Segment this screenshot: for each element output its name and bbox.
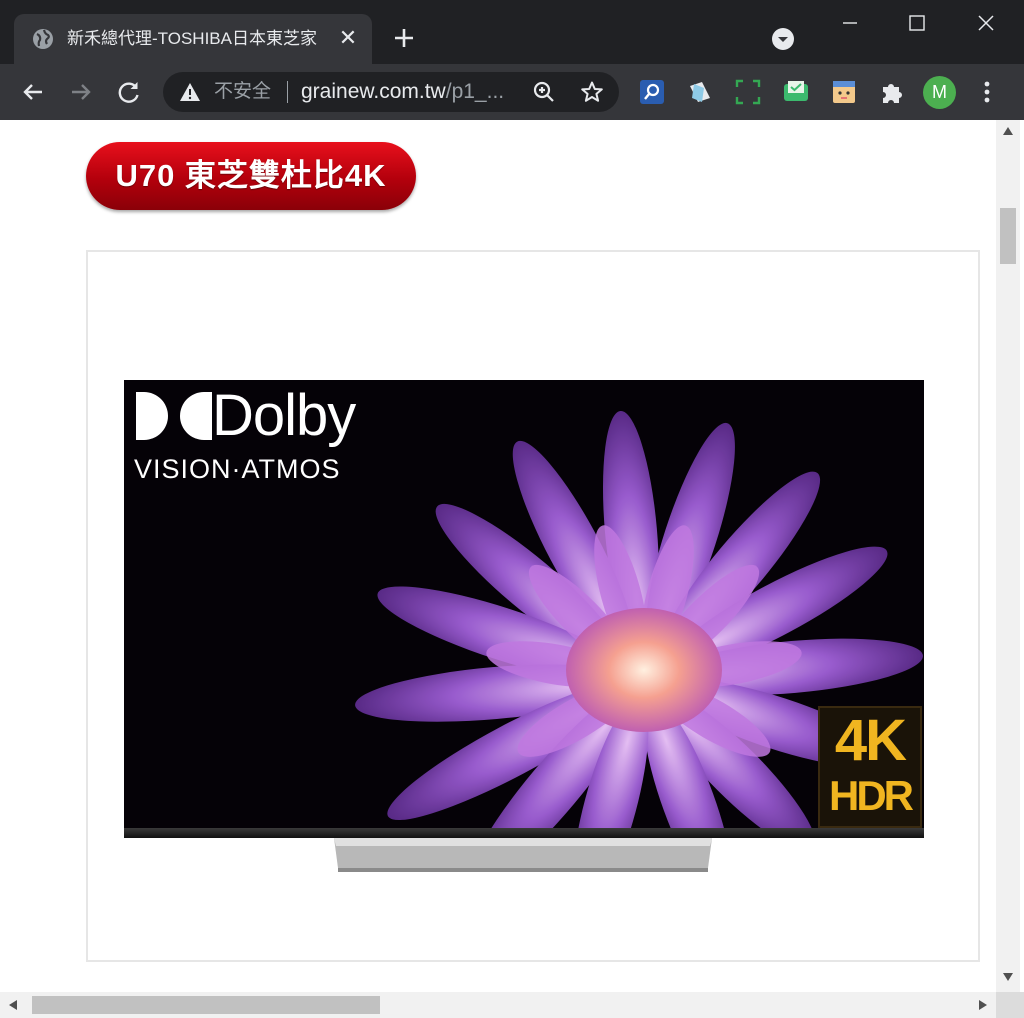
scroll-left-arrow-icon[interactable] (8, 999, 18, 1011)
zoom-icon[interactable] (532, 80, 556, 104)
url-text[interactable]: grainew.com.tw/p1_... (301, 80, 521, 104)
active-tab[interactable]: 新禾總代理-TOSHIBA日本東芝家 ✕ (14, 14, 372, 64)
tab-close-button[interactable]: ✕ (336, 26, 360, 50)
badge-hdr-text: HDR (829, 772, 914, 819)
reload-icon[interactable] (113, 76, 145, 108)
dolby-logo-subtext: VISION·ATMOS (134, 454, 341, 484)
security-label[interactable]: 不安全 (214, 81, 271, 103)
4k-hdr-badge: 4K HDR (818, 706, 922, 828)
tab-strip: 新禾總代理-TOSHIBA日本東芝家 ✕ (0, 0, 1024, 64)
tv-product-image: Dolby VISION·ATMOS 4K HDR (124, 380, 924, 876)
horizontal-scroll-thumb[interactable] (32, 996, 380, 1014)
new-tab-icon[interactable] (390, 24, 418, 52)
maximize-icon[interactable] (884, 0, 952, 46)
back-icon[interactable] (17, 76, 49, 108)
warning-icon[interactable] (179, 82, 201, 102)
globe-icon (33, 29, 53, 49)
extensions-puzzle-icon[interactable] (878, 78, 906, 106)
vertical-scroll-thumb[interactable] (1000, 208, 1016, 264)
scroll-right-arrow-icon[interactable] (978, 999, 988, 1011)
browser-window: 新禾總代理-TOSHIBA日本東芝家 ✕ 不安全 grainew.com.tw/… (0, 0, 1024, 1018)
tab-title: 新禾總代理-TOSHIBA日本東芝家 (67, 29, 317, 48)
browser-toolbar: 不安全 grainew.com.tw/p1_... M (0, 64, 1024, 120)
minimize-icon[interactable] (816, 0, 884, 46)
horizontal-scrollbar[interactable] (0, 992, 996, 1018)
page-viewport: U70 東芝雙杜比4K Dolby VISION·ATMOS 4K HDR (0, 120, 1024, 1018)
separator (287, 81, 288, 103)
tab-search-icon[interactable] (771, 27, 795, 51)
dolby-logo-text: Dolby (212, 383, 356, 448)
forward-icon[interactable] (65, 76, 97, 108)
menu-icon[interactable] (974, 78, 1000, 106)
profile-avatar[interactable]: M (923, 76, 956, 109)
model-heading-text: U70 東芝雙杜比4K (115, 158, 387, 193)
scrollbar-corner (996, 992, 1024, 1018)
extension-search-icon[interactable] (638, 78, 666, 106)
badge-4k-text: 4K (834, 708, 907, 773)
star-icon[interactable] (580, 80, 604, 104)
tv-screen: Dolby VISION·ATMOS 4K HDR (124, 380, 924, 832)
extension-mail-icon[interactable] (782, 78, 810, 106)
url-path: /p1_... (445, 80, 505, 103)
tv-bezel (124, 828, 924, 838)
extension-face-icon[interactable] (830, 78, 858, 106)
extension-screenshot-icon[interactable] (734, 78, 762, 106)
tv-stand (334, 838, 712, 872)
address-bar[interactable]: 不安全 grainew.com.tw/p1_... (163, 72, 619, 112)
vertical-scrollbar[interactable] (996, 120, 1020, 992)
close-window-icon[interactable] (952, 0, 1020, 46)
scroll-up-arrow-icon[interactable] (1002, 126, 1014, 136)
dolby-double-d-icon (136, 392, 212, 440)
extension-note-icon[interactable] (686, 78, 714, 106)
product-image-frame: Dolby VISION·ATMOS 4K HDR (86, 250, 980, 962)
scroll-down-arrow-icon[interactable] (1002, 972, 1014, 982)
model-heading-pill: U70 東芝雙杜比4K (86, 142, 416, 210)
url-host: grainew.com.tw (301, 80, 446, 103)
